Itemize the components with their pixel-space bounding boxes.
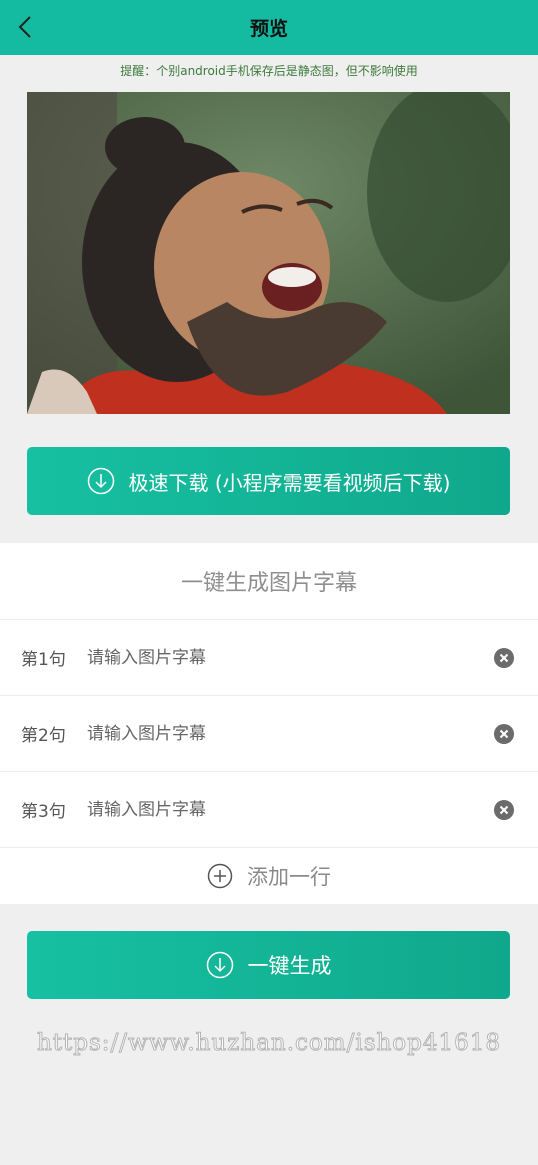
add-row-label: 添加一行 [247, 864, 331, 889]
notice-text: 提醒：个别android手机保存后是静态图，但不影响使用 [120, 64, 418, 78]
add-row-button[interactable]: 添加一行 [0, 848, 538, 903]
caption-panel-title: 一键生成图片字幕 [0, 543, 538, 620]
caption-row-2: 第2句 [0, 696, 538, 772]
download-icon [87, 467, 114, 495]
clear-icon [494, 799, 514, 820]
back-arrow-icon [18, 16, 31, 38]
clear-button-2[interactable] [494, 723, 514, 744]
caption-input-3[interactable] [87, 799, 494, 820]
clear-icon [494, 647, 514, 668]
clear-button-1[interactable] [494, 647, 514, 668]
caption-input-2[interactable] [87, 723, 494, 744]
generate-button-label: 一键生成 [247, 954, 332, 978]
clear-button-3[interactable] [494, 799, 514, 820]
preview-image [27, 92, 510, 414]
caption-panel: 一键生成图片字幕 第1句 第2句 第3句 [0, 543, 538, 904]
caption-input-1[interactable] [87, 647, 494, 668]
download-button-label: 极速下载 (小程序需要看视频后下载) [128, 470, 451, 495]
caption-row-label: 第2句 [21, 726, 66, 746]
generate-button[interactable]: 一键生成 [27, 931, 510, 999]
add-circle-icon [207, 863, 233, 888]
top-bar: 预览 [0, 0, 538, 55]
watermark-text: https://www.huzhan.com/ishop41618 [36, 1030, 502, 1057]
back-button[interactable] [14, 13, 36, 41]
caption-row-label: 第3句 [21, 802, 66, 822]
download-button[interactable]: 极速下载 (小程序需要看视频后下载) [27, 447, 510, 515]
page-title: 预览 [249, 18, 288, 40]
caption-row-1: 第1句 [0, 620, 538, 696]
caption-row-label: 第1句 [21, 650, 66, 670]
caption-row-3: 第3句 [0, 772, 538, 848]
download-icon [206, 951, 233, 979]
clear-icon [494, 723, 514, 744]
